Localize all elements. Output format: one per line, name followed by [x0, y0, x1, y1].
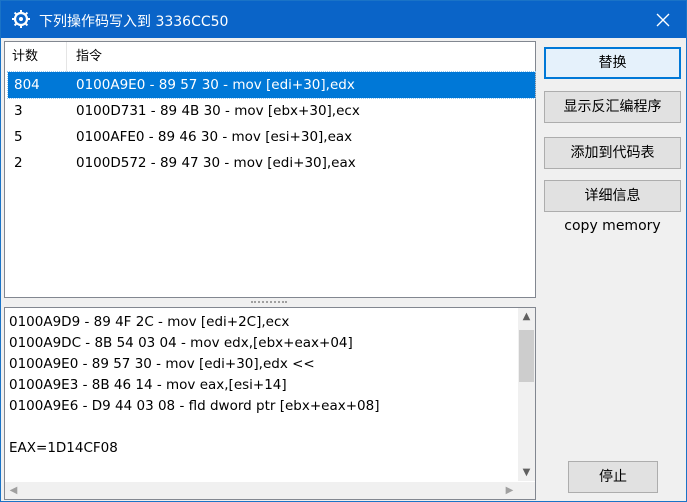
disassembly-line — [9, 417, 514, 438]
scroll-left-icon[interactable]: ◀ — [5, 482, 22, 499]
list-row[interactable]: 3 0100D731 - 89 4B 30 - mov [ebx+30],ecx — [8, 98, 535, 124]
column-header-instruction[interactable]: 指令 — [67, 42, 535, 72]
debugger-window: 下列操作码写入到 3336CC50 计数 指令 804 0100A9E0 - 8… — [0, 0, 687, 502]
list-row[interactable]: 804 0100A9E0 - 89 57 30 - mov [edi+30],e… — [7, 71, 536, 99]
scrollbar-corner — [518, 482, 535, 499]
copy-memory-label[interactable]: copy memory — [544, 218, 681, 234]
row-count: 5 — [14, 129, 23, 145]
disassembly-line: 0100A9D9 - 89 4F 2C - mov [edi+2C],ecx — [9, 314, 290, 330]
opcode-list[interactable]: 计数 指令 804 0100A9E0 - 89 57 30 - mov [edi… — [4, 41, 536, 298]
show-disassembler-button[interactable]: 显示反汇编程序 — [544, 91, 681, 123]
disassembly-line: 0100A9E6 - D9 44 03 08 - fld dword ptr [… — [9, 398, 380, 414]
splitter-handle[interactable] — [251, 301, 287, 305]
disassembly-line: 0100A9DC - 8B 54 03 04 - mov edx,[ebx+ea… — [9, 335, 353, 351]
details-button[interactable]: 详细信息 — [544, 180, 681, 212]
title-bar[interactable]: 下列操作码写入到 3336CC50 — [1, 1, 686, 38]
list-row[interactable]: 5 0100AFE0 - 89 46 30 - mov [esi+30],eax — [8, 124, 535, 150]
add-to-codelist-button[interactable]: 添加到代码表 — [544, 137, 681, 169]
disassembly-line: 0100A9E3 - 8B 46 14 - mov eax,[esi+14] — [9, 377, 287, 393]
scroll-up-icon[interactable]: ▲ — [518, 308, 535, 325]
replace-button[interactable]: 替换 — [544, 47, 681, 79]
disassembly-line: 0100A9E0 - 89 57 30 - mov [edi+30],edx <… — [9, 356, 315, 372]
column-header-count[interactable]: 计数 — [5, 42, 67, 72]
row-instruction: 0100D731 - 89 4B 30 - mov [ebx+30],ecx — [76, 103, 360, 119]
scroll-thumb[interactable] — [519, 330, 534, 382]
close-button[interactable] — [640, 1, 686, 38]
horizontal-scrollbar[interactable]: ◀ ▶ — [5, 482, 518, 499]
list-header: 计数 指令 — [5, 42, 535, 72]
row-count: 2 — [14, 155, 23, 171]
window-title: 下列操作码写入到 3336CC50 — [39, 14, 229, 30]
scroll-right-icon[interactable]: ▶ — [501, 482, 518, 499]
row-count: 3 — [14, 103, 23, 119]
register-line: EAX=1D14CF08 — [9, 440, 118, 456]
row-count: 804 — [14, 77, 40, 93]
gear-icon — [11, 9, 31, 29]
row-instruction: 0100AFE0 - 89 46 30 - mov [esi+30],eax — [76, 129, 353, 145]
disassembly-panel[interactable]: 0100A9D9 - 89 4F 2C - mov [edi+2C],ecx 0… — [4, 307, 536, 500]
row-instruction: 0100A9E0 - 89 57 30 - mov [edi+30],edx — [76, 77, 355, 93]
scroll-down-icon[interactable]: ▼ — [518, 464, 535, 481]
stop-button[interactable]: 停止 — [568, 461, 658, 493]
close-icon — [656, 13, 670, 26]
list-row[interactable]: 2 0100D572 - 89 47 30 - mov [edi+30],eax — [8, 150, 535, 176]
vertical-scrollbar[interactable]: ▲ ▼ — [518, 308, 535, 481]
disassembly-lines: 0100A9D9 - 89 4F 2C - mov [edi+2C],ecx 0… — [9, 312, 514, 459]
row-instruction: 0100D572 - 89 47 30 - mov [edi+30],eax — [76, 155, 356, 171]
